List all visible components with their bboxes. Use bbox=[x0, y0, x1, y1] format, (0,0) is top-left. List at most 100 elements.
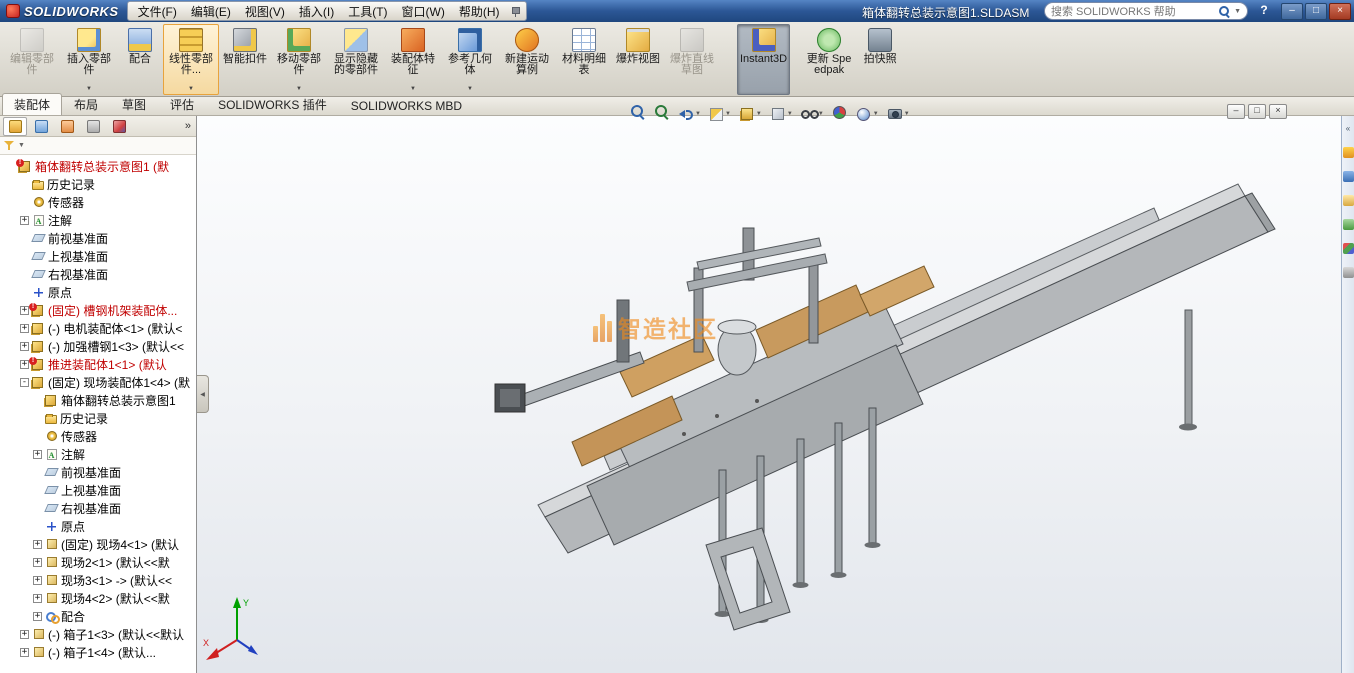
tree-expand-toggle[interactable]: + bbox=[33, 576, 42, 585]
tree-item[interactable]: + 推进装配体1<1> (默认 bbox=[0, 355, 196, 373]
dropdown-arrow-icon[interactable] bbox=[787, 102, 793, 120]
filter-dropdown-icon[interactable]: ▼ bbox=[18, 142, 25, 149]
task-pane-expand-icon[interactable]: « bbox=[1346, 124, 1350, 133]
tree-expand-toggle[interactable]: + bbox=[20, 306, 29, 315]
tree-item[interactable]: 原点 bbox=[0, 517, 196, 535]
tree-expand-toggle[interactable]: + bbox=[20, 630, 29, 639]
panel-overflow-chevron[interactable]: » bbox=[185, 120, 193, 132]
design-library-icon[interactable] bbox=[1343, 171, 1354, 182]
ribbon-button[interactable]: 新建运动算例 bbox=[499, 24, 555, 95]
ribbon-button[interactable]: 爆炸直线草图 bbox=[664, 24, 720, 95]
help-icon[interactable]: ? bbox=[1256, 3, 1272, 18]
tree-item[interactable]: + 注解 bbox=[0, 445, 196, 463]
tree-expand-toggle[interactable]: - bbox=[20, 378, 29, 387]
tree-item[interactable]: 传感器 bbox=[0, 193, 196, 211]
search-input[interactable]: 搜索 SOLIDWORKS 帮助 bbox=[1051, 3, 1215, 19]
ribbon-button[interactable]: 装配体特征 bbox=[385, 24, 441, 95]
panel-tab[interactable] bbox=[81, 117, 105, 136]
hide-show-items-icon[interactable] bbox=[801, 102, 824, 122]
menu-item[interactable]: 视图(V) bbox=[238, 2, 292, 21]
tree-item[interactable]: 前视基准面 bbox=[0, 229, 196, 247]
tree-item[interactable]: + 现场3<1> -> (默认<< bbox=[0, 571, 196, 589]
dropdown-arrow-icon[interactable] bbox=[873, 102, 879, 120]
solidworks-resources-icon[interactable] bbox=[1343, 147, 1354, 158]
tree-expand-toggle[interactable]: + bbox=[33, 558, 42, 567]
dropdown-arrow-icon[interactable] bbox=[756, 102, 762, 120]
custom-properties-icon[interactable] bbox=[1343, 267, 1354, 278]
tree-item[interactable]: - (固定) 现场装配体1<4> (默 bbox=[0, 373, 196, 391]
filter-funnel-icon[interactable] bbox=[4, 140, 15, 151]
tree-expand-toggle[interactable]: + bbox=[20, 648, 29, 657]
display-style-icon[interactable] bbox=[770, 102, 793, 122]
ribbon-button[interactable]: Instant3D bbox=[737, 24, 790, 95]
dropdown-arrow-icon[interactable] bbox=[725, 102, 731, 120]
command-tab[interactable]: SOLIDWORKS 插件 bbox=[206, 93, 339, 115]
ribbon-button[interactable]: 拍快照 bbox=[858, 24, 902, 95]
search-box[interactable]: 搜索 SOLIDWORKS 帮助 ▼ bbox=[1044, 2, 1248, 20]
command-tab[interactable]: 布局 bbox=[62, 93, 110, 115]
file-explorer-icon[interactable] bbox=[1343, 195, 1354, 206]
view-settings-icon[interactable] bbox=[887, 102, 910, 122]
tree-expand-toggle[interactable]: + bbox=[20, 360, 29, 369]
tree-expand-toggle[interactable]: + bbox=[20, 324, 29, 333]
tree-item[interactable]: + 配合 bbox=[0, 607, 196, 625]
tree-item[interactable]: 右视基准面 bbox=[0, 499, 196, 517]
tree-item[interactable]: 箱体翻转总装示意图1 bbox=[0, 391, 196, 409]
ribbon-button[interactable]: 材料明细表 bbox=[556, 24, 612, 95]
panel-collapse-handle[interactable]: ◀ bbox=[197, 375, 209, 413]
apply-scene-icon[interactable] bbox=[856, 102, 879, 122]
menu-item[interactable]: 帮助(H) bbox=[452, 2, 507, 21]
tree-item[interactable]: 历史记录 bbox=[0, 409, 196, 427]
view-orientation-icon[interactable] bbox=[739, 102, 762, 122]
tree-expand-toggle[interactable]: + bbox=[20, 216, 29, 225]
search-dropdown-icon[interactable]: ▼ bbox=[1234, 8, 1241, 15]
pin-icon[interactable] bbox=[510, 6, 520, 16]
panel-tab[interactable] bbox=[3, 117, 27, 136]
search-icon[interactable] bbox=[1219, 6, 1230, 17]
tree-item[interactable]: + (-) 电机装配体<1> (默认< bbox=[0, 319, 196, 337]
document-close-icon[interactable]: × bbox=[1269, 104, 1287, 119]
panel-tab[interactable] bbox=[29, 117, 53, 136]
section-view-icon[interactable] bbox=[709, 102, 731, 122]
document-restore-icon[interactable]: □ bbox=[1248, 104, 1266, 119]
window-minimize-icon[interactable]: – bbox=[1281, 3, 1303, 20]
ribbon-button[interactable]: 编辑零部件 bbox=[4, 24, 60, 95]
tree-expand-toggle[interactable]: + bbox=[33, 612, 42, 621]
ribbon-button[interactable]: 移动零部件 bbox=[271, 24, 327, 95]
menu-item[interactable]: 插入(I) bbox=[292, 2, 341, 21]
tree-item[interactable]: 箱体翻转总装示意图1 (默 bbox=[0, 157, 196, 175]
tree-expand-toggle[interactable]: + bbox=[33, 450, 42, 459]
tree-item[interactable]: 前视基准面 bbox=[0, 463, 196, 481]
tree-expand-toggle[interactable]: + bbox=[33, 594, 42, 603]
command-tab[interactable]: 评估 bbox=[158, 93, 206, 115]
ribbon-button[interactable]: 插入零部件 bbox=[61, 24, 117, 95]
tree-expand-toggle[interactable]: + bbox=[20, 342, 29, 351]
dropdown-arrow-icon[interactable] bbox=[695, 102, 701, 120]
tree-item[interactable]: + 现场2<1> (默认<<默 bbox=[0, 553, 196, 571]
menu-item[interactable]: 文件(F) bbox=[131, 2, 184, 21]
window-close-icon[interactable]: × bbox=[1329, 3, 1351, 20]
panel-tab[interactable] bbox=[107, 117, 131, 136]
command-tab[interactable]: 草图 bbox=[110, 93, 158, 115]
tree-item[interactable]: 传感器 bbox=[0, 427, 196, 445]
tree-item[interactable]: + (固定) 现场4<1> (默认 bbox=[0, 535, 196, 553]
zoom-to-area-icon[interactable] bbox=[654, 104, 670, 120]
menu-item[interactable]: 编辑(E) bbox=[184, 2, 238, 21]
panel-tab[interactable] bbox=[55, 117, 79, 136]
tree-item[interactable]: 原点 bbox=[0, 283, 196, 301]
ribbon-button[interactable]: 显示隐藏的零部件 bbox=[328, 24, 384, 95]
view-palette-icon[interactable] bbox=[1343, 219, 1354, 230]
ribbon-button[interactable]: 更新 Speedpak bbox=[801, 24, 857, 95]
tree-item[interactable]: 上视基准面 bbox=[0, 481, 196, 499]
tree-item[interactable]: + (-) 箱子1<3> (默认<<默认 bbox=[0, 625, 196, 643]
tree-item[interactable]: + 现场4<2> (默认<<默 bbox=[0, 589, 196, 607]
tree-item[interactable]: 上视基准面 bbox=[0, 247, 196, 265]
ribbon-button[interactable]: 配合 bbox=[118, 24, 162, 95]
tree-expand-toggle[interactable]: + bbox=[33, 540, 42, 549]
appearances-icon[interactable] bbox=[1343, 243, 1354, 254]
previous-view-icon[interactable] bbox=[678, 102, 701, 122]
menu-item[interactable]: 窗口(W) bbox=[395, 2, 452, 21]
command-tab[interactable]: 装配体 bbox=[2, 93, 62, 115]
tree-item[interactable]: 历史记录 bbox=[0, 175, 196, 193]
tree-item[interactable]: + (-) 箱子1<4> (默认... bbox=[0, 643, 196, 661]
